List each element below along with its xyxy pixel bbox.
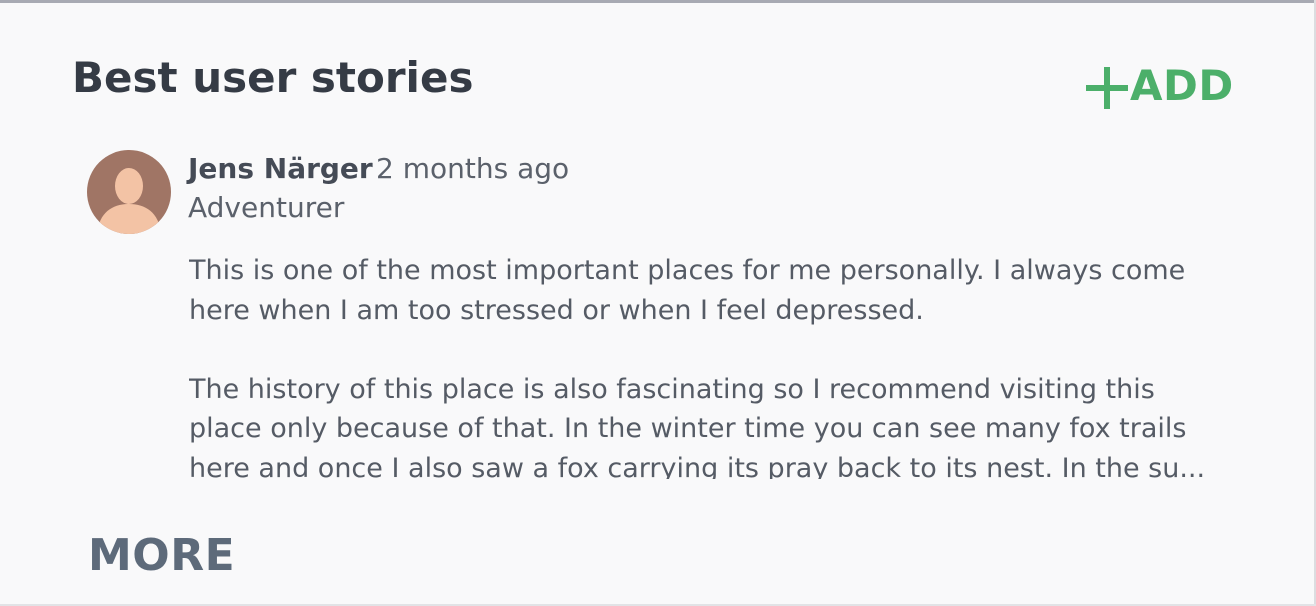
story-line: The history of this place is also fascin… — [189, 373, 1155, 405]
story-timestamp: 2 months ago — [376, 152, 570, 185]
author-role: Adventurer — [188, 191, 345, 224]
story-line: This is one of the most important places… — [189, 255, 1186, 286]
section-title: Best user stories — [72, 53, 474, 102]
story-line: here and once I also saw a fox carrying … — [189, 452, 1206, 480]
story-text[interactable]: This is one of the most important places… — [189, 251, 1249, 479]
add-story-button[interactable]: ADD — [1086, 60, 1234, 112]
avatar[interactable] — [87, 150, 171, 234]
plus-icon — [1086, 65, 1128, 109]
more-stories-button[interactable]: MORE — [88, 528, 235, 584]
top-divider — [0, 0, 1316, 3]
user-silhouette-icon — [97, 168, 161, 234]
author-name[interactable]: Jens Närger — [188, 150, 373, 188]
story-line: here when I am too stressed or when I fe… — [189, 294, 924, 326]
add-label: ADD — [1130, 61, 1234, 110]
story-line: place only because of that. In the winte… — [189, 413, 1187, 444]
